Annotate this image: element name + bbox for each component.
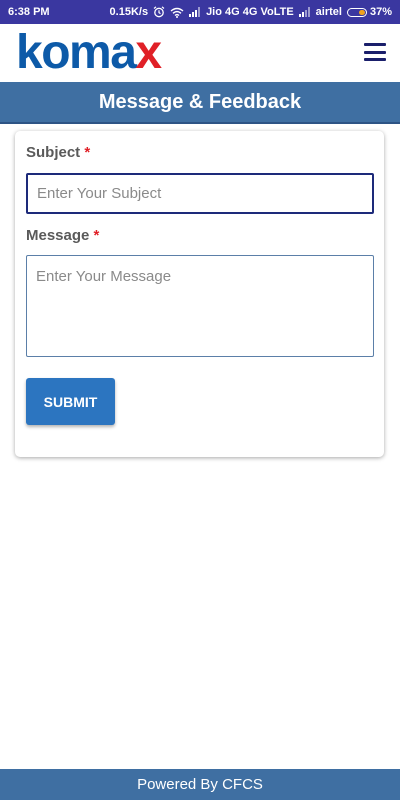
status-time: 6:38 PM [8, 6, 50, 18]
subject-label: Subject * [26, 144, 91, 161]
app-header: komax [0, 24, 400, 82]
message-label: Message * [26, 227, 100, 244]
feedback-form-card: Subject * Message * SUBMIT [15, 131, 384, 457]
message-input[interactable] [26, 255, 374, 357]
logo-text: komax [16, 26, 162, 79]
submit-button[interactable]: SUBMIT [26, 378, 115, 425]
hamburger-menu-icon[interactable] [364, 43, 386, 61]
required-asterisk: * [84, 144, 91, 161]
status-carrier1: Jio 4G 4G VoLTE [206, 6, 294, 18]
required-asterisk: * [93, 227, 100, 244]
signal-icon [189, 7, 201, 17]
footer-text: Powered By CFCS [137, 776, 263, 793]
footer: Powered By CFCS [0, 769, 400, 800]
wifi-icon [170, 7, 184, 18]
status-bar: 6:38 PM 0.15K/s Jio 4G 4G VoLTE airtel 3… [0, 0, 400, 24]
komax-logo[interactable]: komax [16, 24, 162, 82]
subject-input[interactable] [26, 173, 374, 214]
status-carrier2: airtel [315, 6, 342, 18]
status-net-speed: 0.15K/s [109, 6, 149, 18]
battery-icon [346, 7, 367, 17]
page-title-bar: Message & Feedback [0, 82, 400, 124]
battery-indicator: 37% [346, 6, 392, 18]
signal-icon [298, 7, 311, 17]
battery-percent: 37% [369, 6, 392, 18]
alarm-icon [153, 6, 165, 18]
page-title: Message & Feedback [98, 90, 302, 113]
